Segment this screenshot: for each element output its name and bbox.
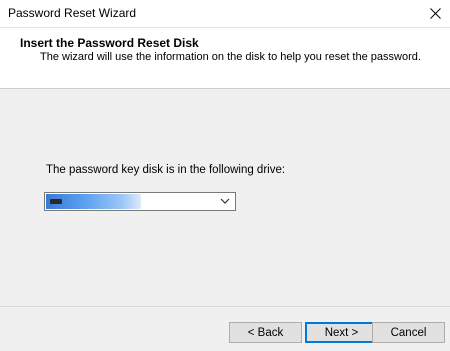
chevron-down-icon[interactable] — [219, 195, 231, 207]
back-button[interactable]: < Back — [229, 322, 302, 343]
page-subtitle: The wizard will use the information on t… — [40, 51, 421, 63]
wizard-content: The password key disk is in the followin… — [0, 89, 450, 304]
wizard-header: Insert the Password Reset Disk The wizar… — [0, 28, 450, 89]
cancel-button[interactable]: Cancel — [372, 322, 445, 343]
close-button[interactable] — [420, 0, 450, 27]
page-title: Insert the Password Reset Disk — [20, 36, 199, 50]
password-reset-wizard-window: Password Reset Wizard Insert the Passwor… — [0, 0, 450, 351]
next-button[interactable]: Next > — [305, 322, 378, 343]
title-bar: Password Reset Wizard — [0, 0, 450, 28]
window-title: Password Reset Wizard — [8, 6, 137, 20]
drive-label: The password key disk is in the followin… — [46, 164, 286, 176]
footer-separator — [0, 306, 450, 307]
removable-drive-icon — [50, 199, 62, 204]
close-icon — [429, 8, 441, 19]
drive-select[interactable] — [44, 192, 236, 211]
